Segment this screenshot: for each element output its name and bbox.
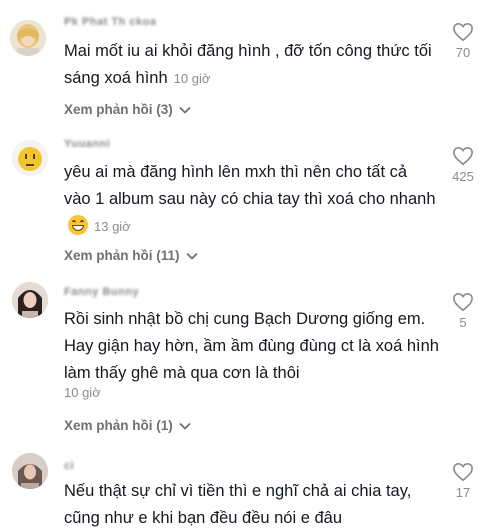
username[interactable]: Fanny Bunny — [64, 286, 139, 298]
comment-text: Mai mốt iu ai khỏi đăng hình , đỡ tốn cô… — [64, 38, 436, 92]
blonde-person-avatar-icon — [10, 20, 46, 56]
timestamp: 13 giờ — [94, 219, 131, 234]
heart-icon — [453, 292, 473, 312]
avatar[interactable] — [12, 140, 48, 176]
avatar[interactable] — [12, 282, 48, 318]
heart-icon — [453, 146, 473, 166]
like-button[interactable]: 70 — [448, 22, 478, 60]
comment-body: Nếu thật sự chỉ vì tiền thì e nghĩ chả a… — [64, 482, 412, 527]
comment-body: Mai mốt iu ai khỏi đăng hình , đỡ tốn cô… — [64, 42, 432, 87]
replies-label: Xem phản hồi (11) — [64, 248, 180, 263]
like-button[interactable]: 17 — [448, 462, 478, 500]
smiley-face-avatar-icon — [12, 140, 48, 176]
like-count: 70 — [455, 45, 471, 60]
replies-label: Xem phản hồi (3) — [64, 102, 173, 117]
like-button[interactable]: 425 — [448, 146, 478, 184]
like-count: 17 — [455, 485, 471, 500]
person-avatar-icon — [12, 453, 48, 489]
comment-text: Rồi sinh nhật bồ chị cung Bạch Dương giố… — [64, 306, 440, 387]
comment-body: Rồi sinh nhật bồ chị cung Bạch Dương giố… — [64, 310, 439, 382]
username[interactable]: Pk Phat Th ckoa — [64, 16, 156, 28]
view-replies-button[interactable]: Xem phản hồi (3) — [64, 102, 191, 117]
like-button[interactable]: 5 — [448, 292, 478, 330]
comment-text: Nếu thật sự chỉ vì tiền thì e nghĩ chả a… — [64, 478, 440, 532]
like-count: 5 — [459, 315, 467, 330]
girl-portrait-avatar-icon — [12, 282, 48, 318]
avatar[interactable] — [12, 453, 48, 489]
avatar[interactable] — [10, 20, 46, 56]
timestamp: 10 giờ — [64, 385, 101, 400]
grinning-emoji-icon — [68, 215, 88, 235]
timestamp: 10 giờ — [173, 71, 211, 86]
heart-icon — [453, 22, 473, 42]
view-replies-button[interactable]: Xem phản hồi (11) — [64, 248, 198, 263]
username[interactable]: ci — [64, 460, 74, 472]
chevron-down-icon — [185, 252, 198, 260]
view-replies-button[interactable]: Xem phản hồi (1) — [64, 418, 191, 433]
like-count: 425 — [452, 169, 474, 184]
heart-icon — [453, 462, 473, 482]
chevron-down-icon — [179, 106, 191, 114]
username[interactable]: Yuuanni — [64, 138, 110, 150]
replies-label: Xem phản hồi (1) — [64, 418, 173, 433]
comment-body: yêu ai mà đăng hình lên mxh thì nên cho … — [64, 163, 436, 208]
comment-text: yêu ai mà đăng hình lên mxh thì nên cho … — [64, 159, 436, 240]
chevron-down-icon — [179, 422, 191, 430]
